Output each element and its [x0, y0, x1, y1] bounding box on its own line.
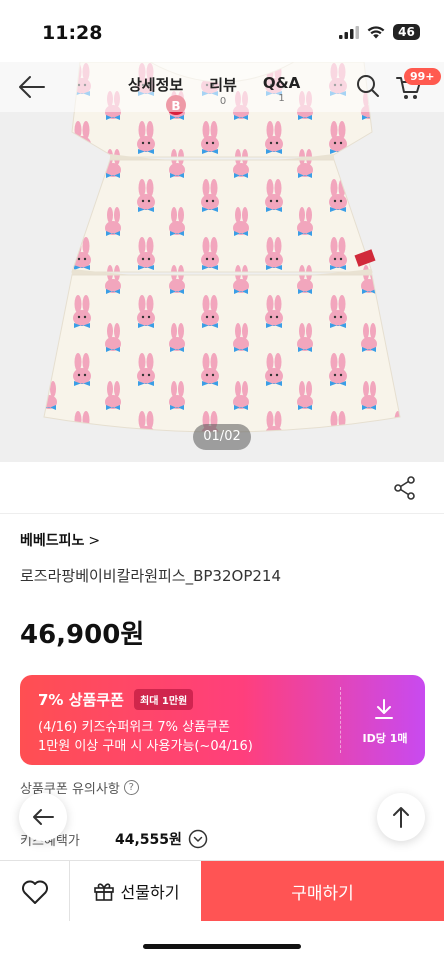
coupon-card[interactable]: 7% 상품쿠폰 최대 1만원 (4/16) 키즈슈퍼위크 7% 상품쿠폰 1만원… — [20, 675, 425, 765]
tab-label: Q&A — [262, 74, 301, 92]
coupon-condition: 1만원 이상 구매 시 사용가능(~04/16) — [38, 739, 253, 754]
status-icons: 46 — [339, 24, 420, 40]
product-price: 46,900원 — [20, 620, 145, 650]
battery-icon: 46 — [393, 24, 420, 40]
image-counter: 01/02 — [193, 424, 251, 450]
home-indicator[interactable] — [143, 944, 301, 949]
brand-link[interactable]: 베베드피노 > — [20, 530, 100, 550]
share-icon[interactable] — [394, 476, 416, 500]
tab-qna[interactable]: Q&A 1 — [263, 74, 300, 107]
arrow-up-icon — [393, 807, 409, 828]
floating-back-button[interactable] — [19, 793, 67, 841]
chevron-right-icon: > — [88, 533, 101, 549]
tab-label: 리뷰 — [209, 76, 237, 94]
buy-button[interactable]: 구매하기 — [201, 861, 444, 921]
tab-label: 상세정보 — [128, 76, 184, 94]
tab-count: 1 — [278, 93, 285, 104]
top-nav: 상세정보 리뷰 0 Q&A 1 — [0, 62, 444, 112]
signal-icon — [339, 25, 359, 39]
product-image[interactable]: B 01/02 — [0, 62, 444, 462]
cart-count-badge: 99+ — [404, 68, 441, 85]
coupon-title: 7% 상품쿠폰 — [38, 691, 124, 709]
share-row — [0, 462, 444, 514]
like-button[interactable] — [0, 861, 70, 921]
tab-detail-info[interactable]: 상세정보 — [128, 74, 183, 107]
brand-name: 베베드피노 — [20, 533, 85, 549]
heart-icon — [22, 880, 48, 904]
help-icon: ? — [123, 780, 139, 795]
coupon-limit: ID당 1매 — [362, 732, 408, 745]
tab-reviews[interactable]: 리뷰 0 — [209, 74, 237, 107]
detail-tabs: 상세정보 리뷰 0 Q&A 1 — [128, 74, 300, 107]
gift-button[interactable]: 선물하기 — [71, 861, 201, 921]
bottom-action-bar: 선물하기 구매하기 — [0, 860, 444, 921]
coupon-max-badge: 최대 1만원 — [134, 689, 194, 710]
product-name: 로즈라팡베이비칼라원피스_BP32OP214 — [20, 567, 282, 585]
gift-label: 선물하기 — [120, 883, 180, 902]
back-arrow-icon — [33, 809, 54, 825]
coupon-divider — [340, 687, 341, 753]
gift-icon — [93, 883, 114, 901]
product-dress-photo: B — [0, 62, 444, 462]
search-icon[interactable] — [356, 74, 380, 98]
coupon-description: (4/16) 키즈슈퍼위크 7% 상품쿠폰 — [38, 720, 230, 735]
chevron-down-icon[interactable] — [188, 829, 208, 849]
tab-count: 0 — [219, 96, 227, 107]
kids-price-value: 44,555원 — [115, 832, 182, 848]
download-icon[interactable] — [372, 697, 396, 721]
wifi-icon — [367, 25, 385, 38]
scroll-to-top-button[interactable] — [377, 793, 425, 841]
status-bar: 11:28 46 — [0, 0, 444, 62]
back-arrow-icon[interactable] — [18, 74, 46, 100]
status-time: 11:28 — [42, 22, 103, 44]
